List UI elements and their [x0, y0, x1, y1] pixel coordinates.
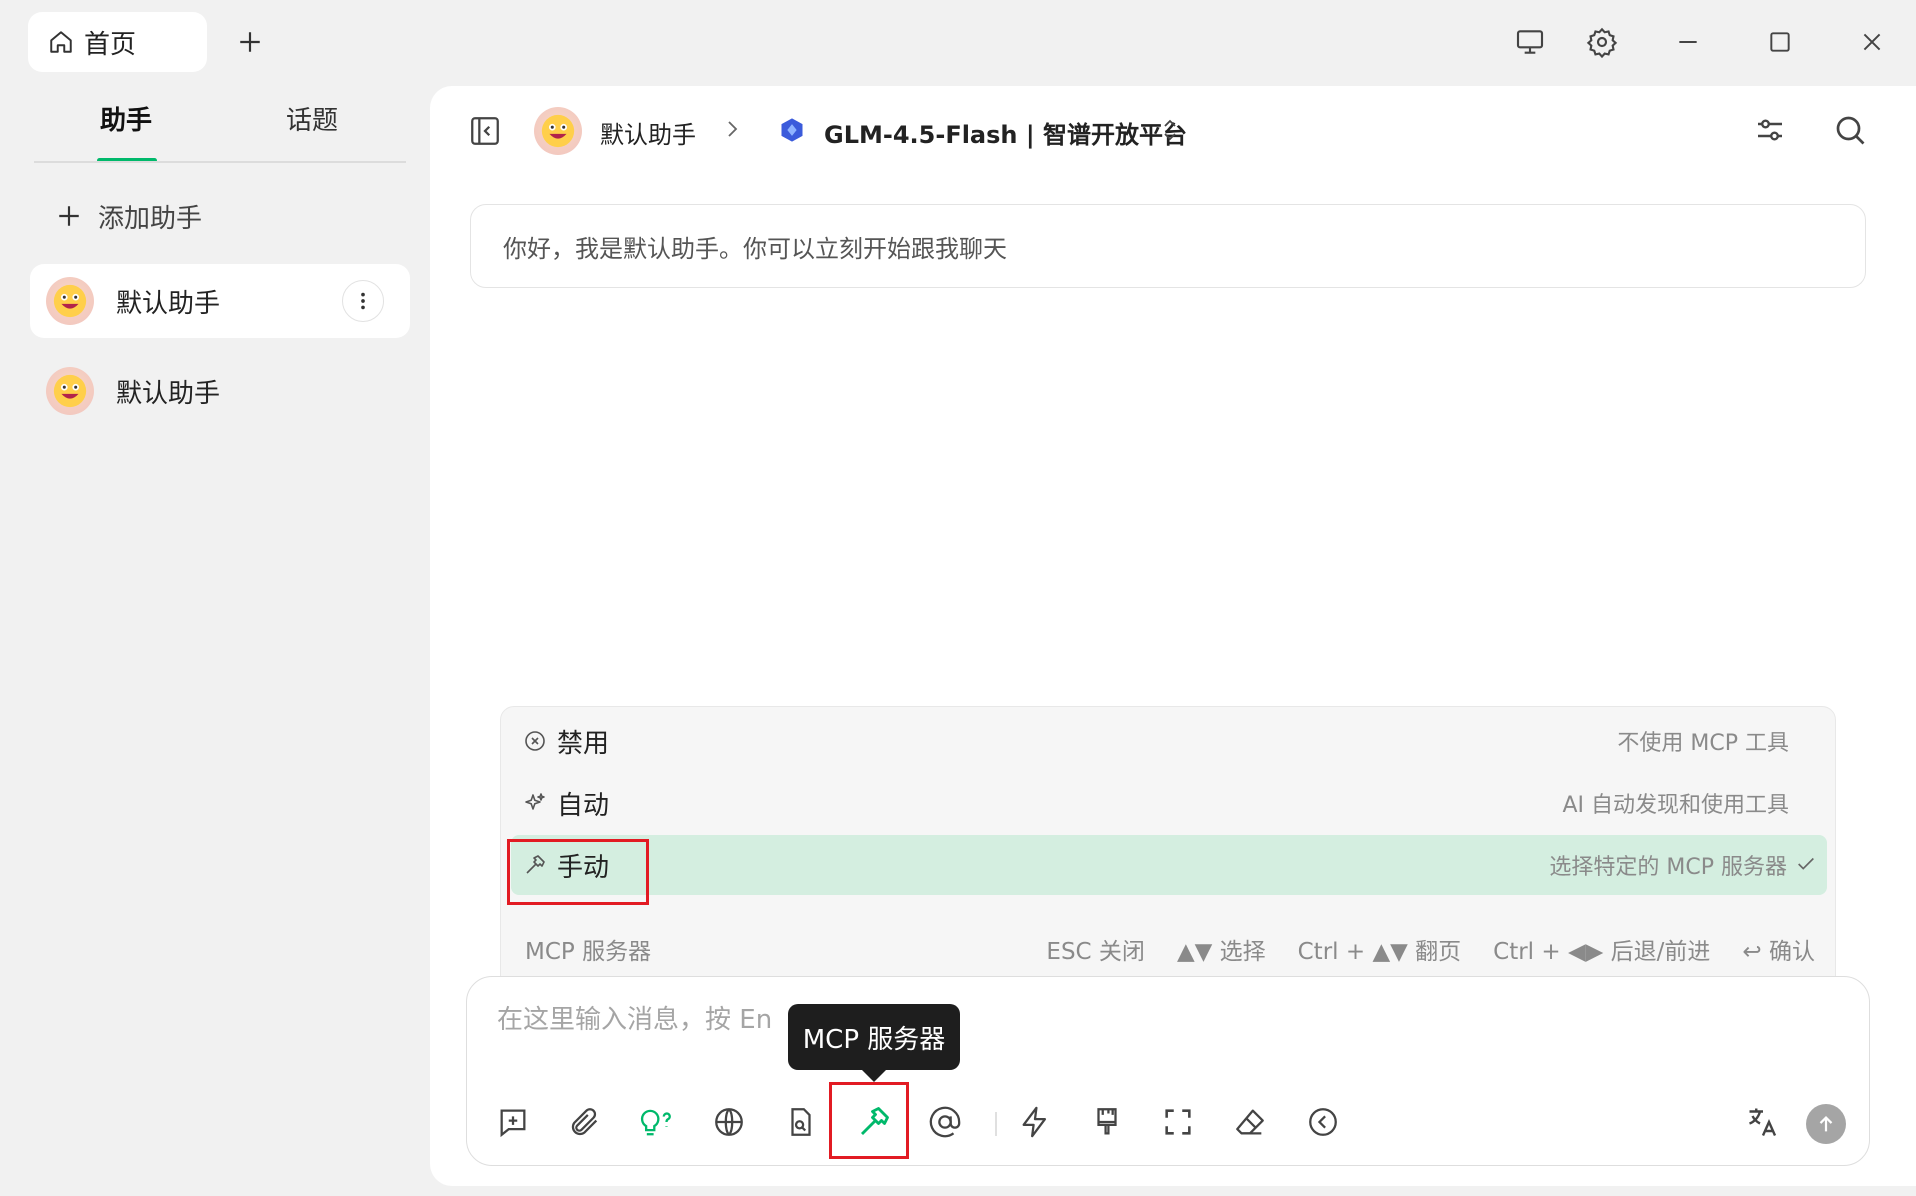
- home-tab-label: 首页: [84, 29, 137, 60]
- more-vertical-icon: [361, 292, 365, 310]
- mcp-option-manual[interactable]: 手动 选择特定的 MCP 服务器: [511, 835, 1827, 895]
- hint-esc: ESC 关闭: [1046, 939, 1145, 965]
- highlight-manual-option: [507, 839, 649, 905]
- hint-nav: Ctrl + ◀▶ 后退/前进: [1493, 939, 1711, 965]
- mcp-menu-footer: MCP 服务器 ESC 关闭 ▲▼ 选择 Ctrl + ▲▼ 翻页 Ctrl +…: [525, 929, 1815, 969]
- avatar: [534, 107, 582, 155]
- mcp-option-auto[interactable]: 自动 AI 自动发现和使用工具: [511, 773, 1827, 833]
- hint-page: Ctrl + ▲▼ 翻页: [1297, 939, 1462, 965]
- fullscreen-icon[interactable]: [1158, 1102, 1198, 1142]
- add-assistant-button[interactable]: 添加助手: [56, 196, 202, 236]
- mcp-footer-title: MCP 服务器: [525, 939, 652, 965]
- maximize-icon[interactable]: [1758, 20, 1802, 64]
- monitor-icon[interactable]: [1508, 20, 1552, 64]
- file-search-icon[interactable]: [781, 1102, 821, 1142]
- home-tab[interactable]: 首页: [28, 12, 207, 72]
- at-mention-icon[interactable]: [925, 1102, 965, 1142]
- model-provider-icon: [778, 116, 806, 144]
- tabs-divider: [34, 161, 406, 163]
- lightbulb-icon[interactable]: [637, 1102, 677, 1142]
- tab-assistants[interactable]: 助手: [100, 100, 152, 137]
- minimize-icon[interactable]: [1666, 20, 1710, 64]
- circle-x-icon: [523, 729, 547, 753]
- new-tab-button[interactable]: [232, 24, 268, 60]
- assistant-name: 默认助手: [116, 288, 221, 319]
- assistant-item[interactable]: 默认助手: [30, 354, 410, 428]
- chat-panel: 默认助手 GLM-4.5-Flash | 智谱开放平台 你好，我是默认助手。你可…: [430, 86, 1916, 1186]
- toolbar-divider: [995, 1112, 997, 1136]
- settings-sliders-icon[interactable]: [1752, 112, 1788, 148]
- input-placeholder: 在这里输入消息，按 En: [497, 1005, 773, 1035]
- mcp-option-disabled[interactable]: 禁用 不使用 MCP 工具: [511, 711, 1827, 771]
- home-icon: [48, 29, 74, 55]
- hint-confirm: ↩ 确认: [1742, 939, 1815, 965]
- sparkle-icon: [523, 791, 547, 815]
- lightning-icon[interactable]: [1015, 1102, 1055, 1142]
- arrow-up-icon: [1819, 1116, 1833, 1132]
- avatar: [46, 277, 94, 325]
- chevron-right-icon: [720, 117, 744, 141]
- translate-icon[interactable]: [1743, 1102, 1783, 1142]
- check-icon: [1795, 853, 1817, 875]
- header-assistant-name[interactable]: 默认助手: [600, 115, 696, 150]
- eraser-icon[interactable]: [1230, 1102, 1270, 1142]
- close-icon[interactable]: [1850, 20, 1894, 64]
- new-topic-icon[interactable]: [493, 1102, 533, 1142]
- send-button[interactable]: [1806, 1104, 1846, 1144]
- paint-brush-icon[interactable]: [1087, 1102, 1127, 1142]
- avatar: [46, 367, 94, 415]
- assistant-name: 默认助手: [116, 378, 221, 409]
- plus-icon: [56, 203, 82, 229]
- collapse-left-icon[interactable]: [1303, 1102, 1343, 1142]
- globe-icon[interactable]: [709, 1102, 749, 1142]
- hint-select: ▲▼ 选择: [1176, 939, 1266, 965]
- paperclip-icon[interactable]: [565, 1102, 605, 1142]
- welcome-message: 你好，我是默认助手。你可以立刻开始跟我聊天: [470, 204, 1866, 288]
- mcp-tooltip: MCP 服务器: [788, 1004, 960, 1082]
- model-selector[interactable]: GLM-4.5-Flash | 智谱开放平台: [824, 115, 1187, 150]
- mcp-mode-menu: 禁用 不使用 MCP 工具 自动 AI 自动发现和使用工具 手动 选择特定的 M…: [500, 706, 1836, 990]
- more-options-button[interactable]: [342, 280, 384, 322]
- chevron-up-down-icon[interactable]: [1158, 116, 1182, 144]
- sidebar-toggle-icon[interactable]: [468, 114, 504, 150]
- gear-icon[interactable]: [1580, 20, 1624, 64]
- tab-topics[interactable]: 话题: [286, 100, 338, 137]
- assistant-item[interactable]: 默认助手: [30, 264, 410, 338]
- search-icon[interactable]: [1832, 112, 1868, 148]
- highlight-mcp-button: [829, 1082, 909, 1159]
